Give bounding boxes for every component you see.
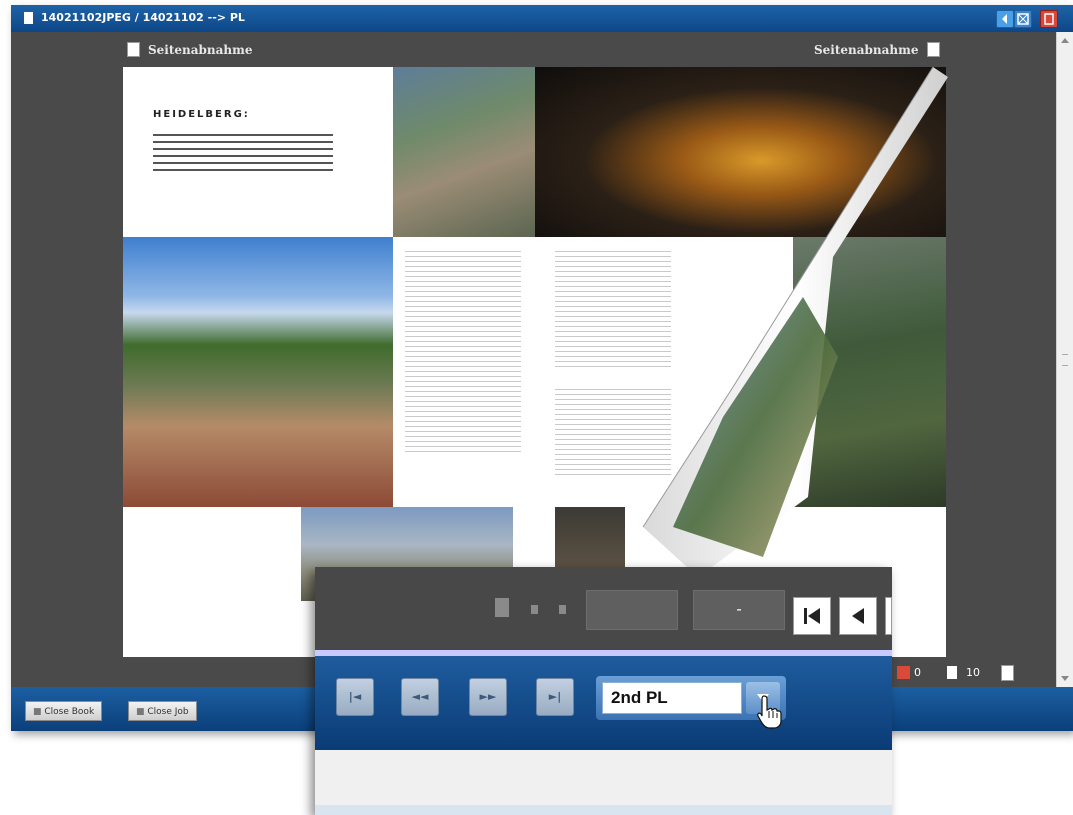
aerial-city-photo — [393, 67, 535, 237]
close-window-icon[interactable] — [1040, 10, 1058, 28]
first-page-button[interactable] — [793, 597, 831, 635]
right-page-label: Seitenabnahme — [814, 43, 919, 57]
error-icon — [897, 666, 910, 679]
window-title: 14021102JPEG / 14021102 --> PL — [41, 11, 245, 24]
close-icon: ■ — [33, 707, 45, 717]
page-heading: HEIDELBERG: — [153, 109, 250, 120]
previous-page-button[interactable] — [839, 597, 877, 635]
page-count-icon — [947, 666, 957, 679]
last-pl-button[interactable]: ►| — [536, 678, 574, 716]
pl-select-value[interactable]: 2nd PL — [602, 682, 742, 714]
zoom-footer — [315, 750, 892, 815]
page-count: 10 — [966, 666, 980, 679]
prev-pl-button[interactable]: ◄◄ — [401, 678, 439, 716]
scroll-down-icon[interactable] — [1061, 676, 1069, 681]
intro-text-block — [153, 129, 333, 175]
maximize-icon[interactable] — [1014, 10, 1032, 28]
page-icon-left[interactable] — [127, 42, 140, 57]
page-range-field[interactable]: - — [693, 590, 785, 630]
close-book-button[interactable]: ■ Close Book — [25, 701, 103, 721]
zoom-toolbar: - — [315, 567, 892, 650]
page-size-icons — [495, 598, 566, 617]
hand-pointer-icon — [757, 695, 782, 729]
document-icon — [24, 12, 33, 24]
page-view-icon[interactable] — [1001, 665, 1014, 681]
error-count: 0 — [914, 666, 921, 679]
university-building-photo — [123, 237, 393, 507]
first-pl-button[interactable]: |◄ — [336, 678, 374, 716]
page-icon-right[interactable] — [927, 42, 940, 57]
vertical-scrollbar[interactable] — [1056, 32, 1073, 687]
next-page-button[interactable] — [885, 597, 892, 635]
zoom-inset: - |◄ ◄◄ ►► ►| 2nd PL — [315, 567, 892, 815]
scroll-grip[interactable] — [1062, 354, 1068, 366]
page-curl — [642, 66, 948, 577]
close-job-label: Close Job — [147, 707, 189, 717]
title-bar: 14021102JPEG / 14021102 --> PL — [11, 5, 1073, 32]
scroll-up-icon[interactable] — [1061, 38, 1069, 43]
zoom-nav-bar: |◄ ◄◄ ►► ►| 2nd PL — [315, 656, 892, 750]
left-page-label: Seitenabnahme — [148, 43, 253, 57]
back-icon[interactable] — [996, 10, 1014, 28]
next-pl-button[interactable]: ►► — [469, 678, 507, 716]
close-book-label: Close Book — [44, 707, 95, 717]
page-field[interactable] — [586, 590, 678, 630]
zoom-footer-band — [315, 805, 892, 815]
close-icon: ■ — [136, 707, 148, 717]
close-job-button[interactable]: ■ Close Job — [128, 701, 197, 721]
text-column-1 — [405, 247, 521, 452]
